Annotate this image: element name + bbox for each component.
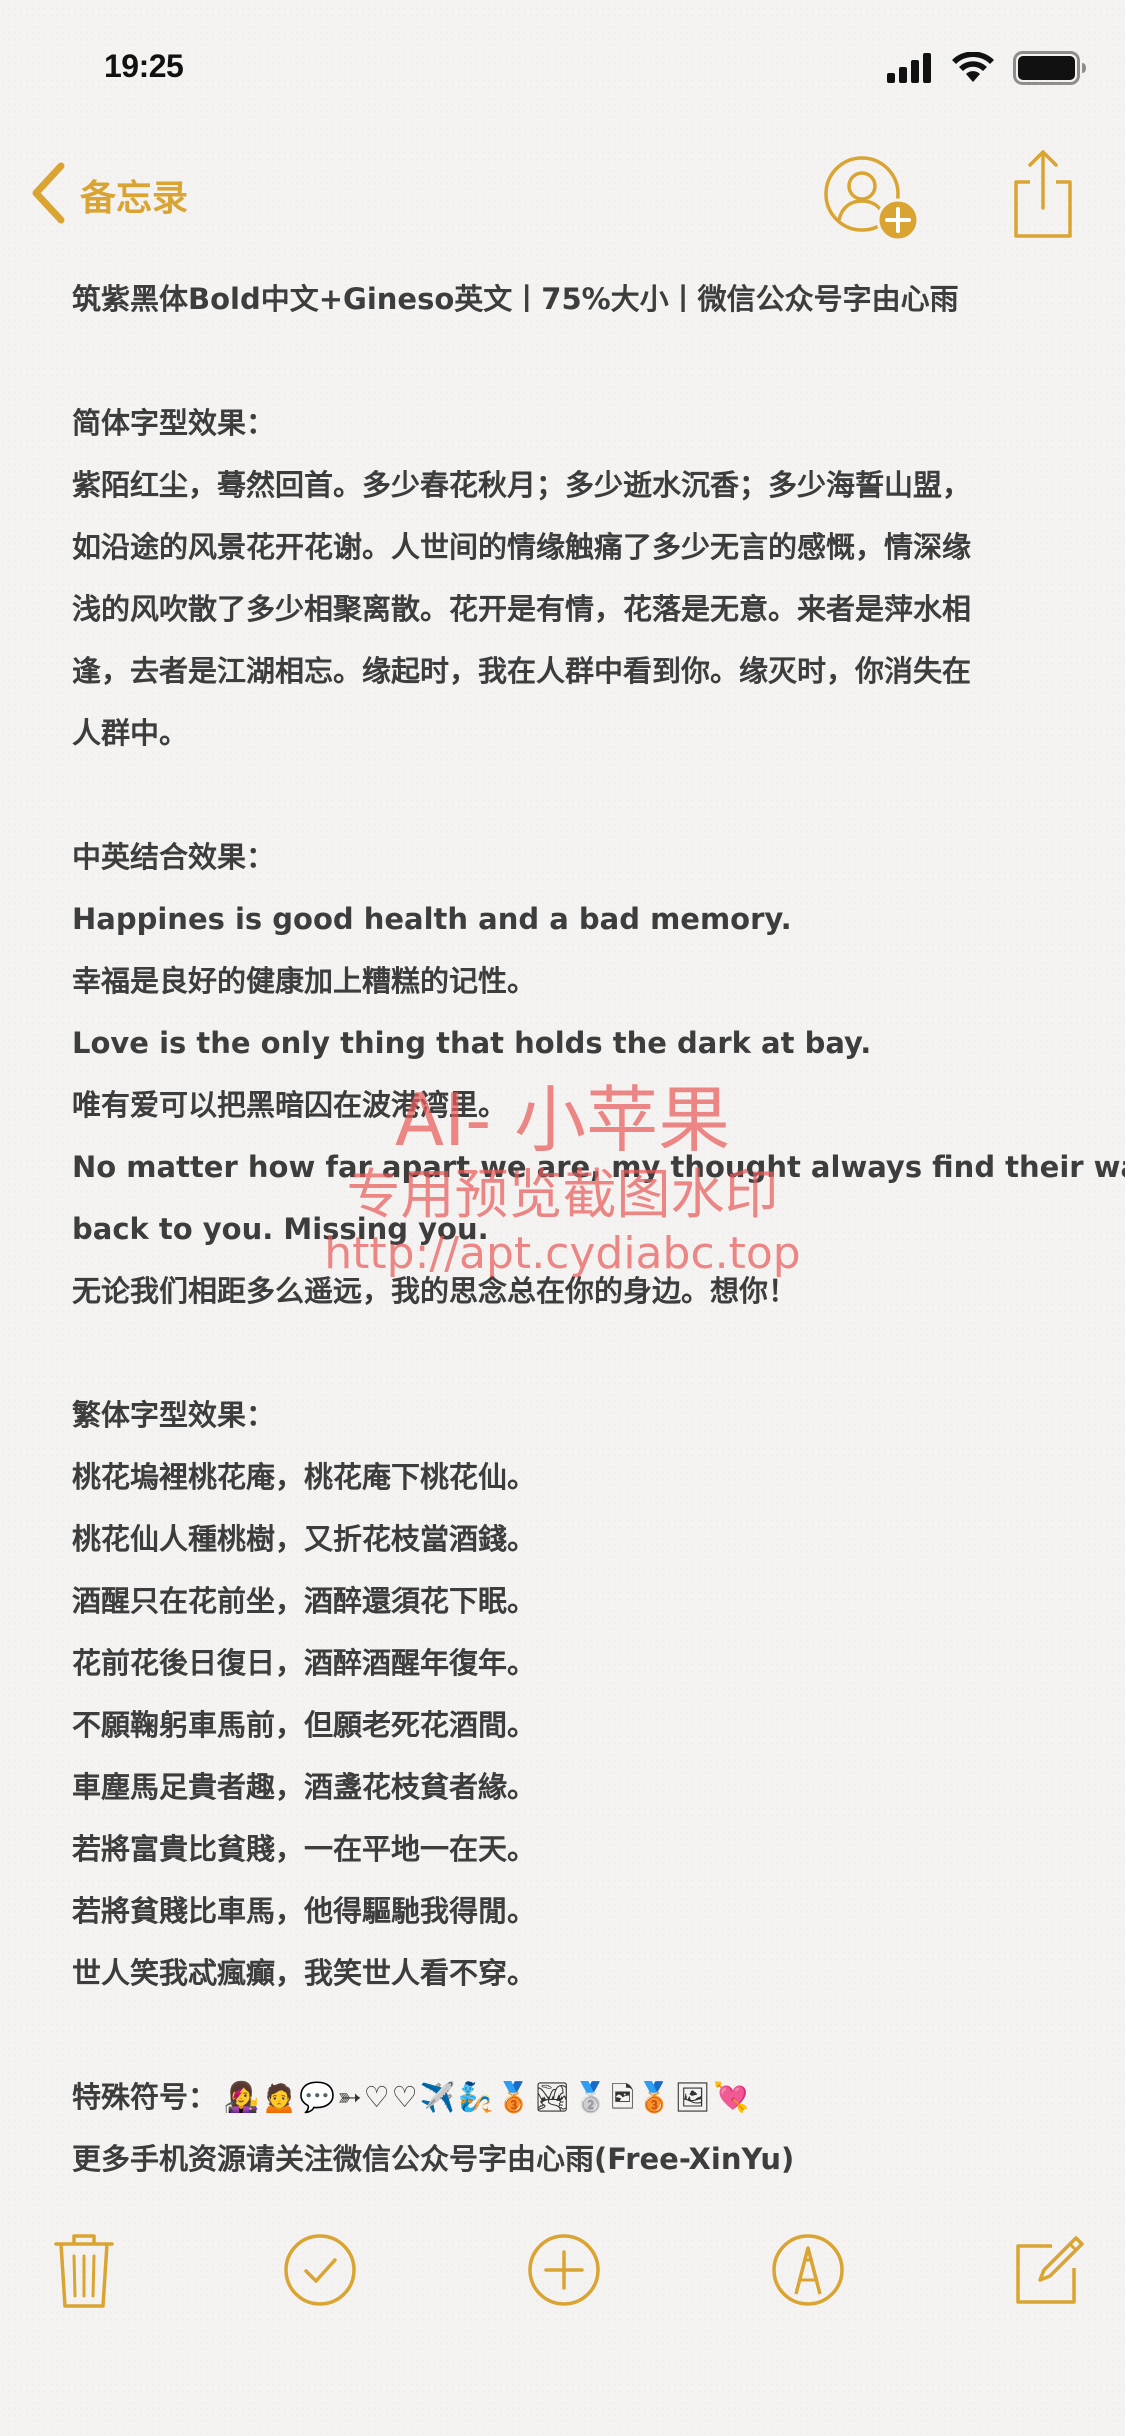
note-body[interactable]: 筑紫黑体Bold中文+Gineso英文丨75%大小丨微信公众号字由心雨 简体字型效… <box>72 268 1125 2190</box>
note-line: 浅的风吹散了多少相聚离散。花开是有情，花落是无意。来者是萍水相 <box>72 592 972 626</box>
note-line: 世人笑我忒瘋癲，我笑世人看不穿。 <box>72 1956 537 1990</box>
home-indicator[interactable] <box>412 2400 712 2410</box>
note-line: 車塵馬足貴者趣，酒盞花枝貧者緣。 <box>72 1770 537 1804</box>
markup-button[interactable] <box>766 2228 850 2312</box>
checklist-button[interactable] <box>278 2228 362 2312</box>
wifi-icon <box>951 51 995 88</box>
back-button[interactable]: 备忘录 <box>30 162 188 228</box>
special-symbols: 👩‍🎤🙍💬➳♡♡✈️🧞🥉🏞🥈🖻🥉🖼💘 <box>223 2080 752 2114</box>
note-line: Love is the only thing that holds the da… <box>72 1026 872 1060</box>
note-line: 桃花塢裡桃花庵，桃花庵下桃花仙。 <box>72 1460 537 1494</box>
status-bar: 19:25 <box>0 0 1125 130</box>
note-line: 酒醒只在花前坐，酒醉還須花下眠。 <box>72 1584 537 1618</box>
note-line: 不願鞠躬車馬前，但願老死花酒間。 <box>72 1708 537 1742</box>
note-line: 如沿途的风景花开花谢。人世间的情缘触痛了多少无言的感慨，情深缘 <box>72 530 972 564</box>
note-line: 逢，去者是江湖相忘。缘起时，我在人群中看到你。缘灭时，你消失在 <box>72 654 972 688</box>
status-time: 19:25 <box>104 48 184 84</box>
note-line: 幸福是良好的健康加上糟糕的记性。 <box>72 964 537 998</box>
trash-icon <box>54 2234 114 2308</box>
bottom-toolbar <box>0 2220 1125 2316</box>
share-icon <box>1014 150 1072 238</box>
note-line: 若將富貴比貧賤，一在平地一在天。 <box>72 1832 537 1866</box>
note-line: 花前花後日復日，酒醉酒醒年復年。 <box>72 1646 537 1680</box>
note-line: 唯有爱可以把黑暗囚在波港湾里。 <box>72 1088 508 1122</box>
note-line: 繁体字型效果： <box>72 1398 276 1432</box>
note-line: 人群中。 <box>72 716 189 750</box>
note-line: No matter how far apart we are, my thoug… <box>72 1150 1125 1184</box>
add-button[interactable] <box>522 2228 606 2312</box>
chevron-left-icon <box>30 162 66 228</box>
markup-icon <box>772 2234 844 2306</box>
add-person-icon <box>824 156 920 242</box>
battery-icon <box>1013 51 1087 89</box>
note-line: Happines is good health and a bad memory… <box>72 902 792 936</box>
delete-button[interactable] <box>42 2228 126 2312</box>
note-line: 若將貧賤比車馬，他得驅馳我得閒。 <box>72 1894 537 1928</box>
compose-icon <box>1016 2236 1084 2304</box>
note-line: 紫陌红尘，蓦然回首。多少春花秋月；多少逝水沉香；多少海誓山盟， <box>72 468 972 502</box>
back-label: 备忘录 <box>80 178 189 219</box>
note-line: 简体字型效果： <box>72 406 276 440</box>
cellular-signal-icon <box>887 53 933 87</box>
checklist-icon <box>284 2234 356 2306</box>
compose-button[interactable] <box>1006 2228 1090 2312</box>
add-people-button[interactable] <box>822 154 922 244</box>
status-icons <box>887 51 1087 89</box>
note-line: back to you. Missing you. <box>72 1212 489 1246</box>
add-icon <box>528 2234 600 2306</box>
note-line: 无论我们相距多么遥远，我的思念总在你的身边。想你！ <box>72 1274 798 1308</box>
note-line: 筑紫黑体Bold中文+Gineso英文丨75%大小丨微信公众号字由心雨 <box>72 282 959 316</box>
special-symbols-line: 特殊符号： 👩‍🎤🙍💬➳♡♡✈️🧞🥉🏞🥈🖻🥉🖼💘 <box>72 2066 1072 2128</box>
note-line: 桃花仙人種桃樹，又折花枝當酒錢。 <box>72 1522 537 1556</box>
navigation-bar: 备忘录 <box>0 140 1125 250</box>
note-line: 中英结合效果： <box>72 840 276 874</box>
special-symbols-label: 特殊符号： <box>72 2080 218 2114</box>
share-button[interactable] <box>1008 148 1078 240</box>
note-footer-line: 更多手机资源请关注微信公众号字由心雨(Free-XinYu) <box>72 2142 795 2176</box>
